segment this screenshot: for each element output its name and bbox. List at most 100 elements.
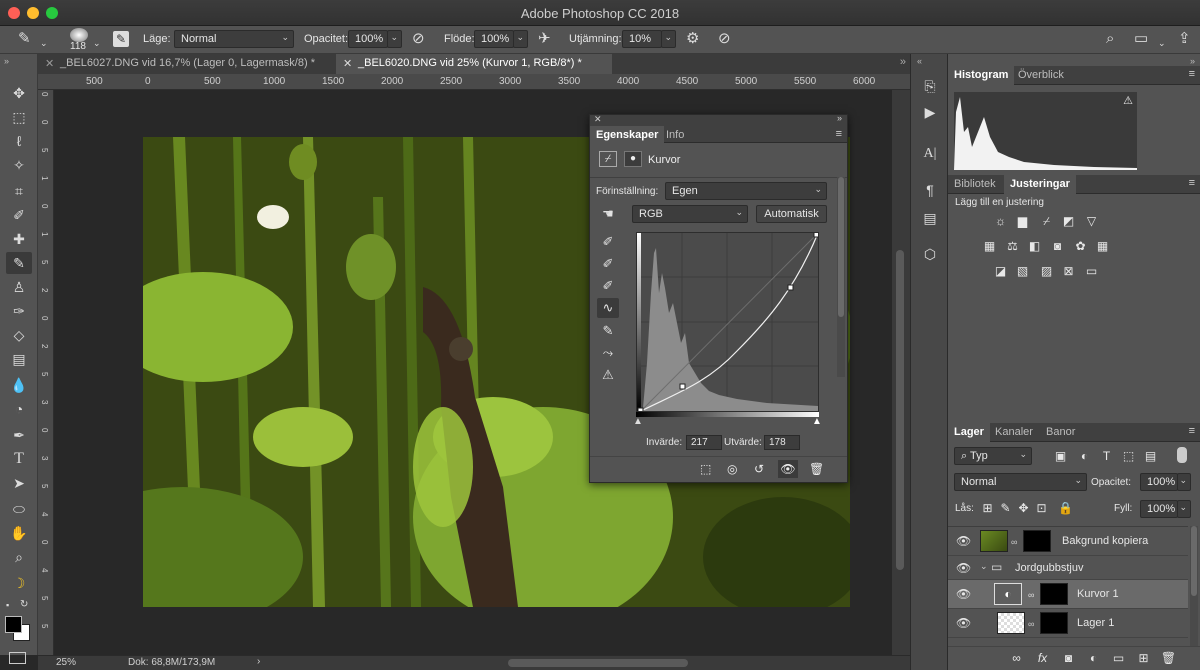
vertical-scrollbar[interactable]: [892, 90, 910, 655]
brush-picker-chevron-icon[interactable]: ⌄: [93, 35, 101, 51]
brush-preview[interactable]: [70, 28, 88, 42]
quick-mask-icon[interactable]: [9, 652, 26, 664]
hue-saturation-icon[interactable]: ▦: [981, 240, 998, 253]
chevron-down-icon[interactable]: ⌄: [40, 35, 48, 51]
default-colors-icon[interactable]: ▪: [6, 600, 9, 610]
color-balance-icon[interactable]: ⚖: [1004, 240, 1021, 253]
fill-dropdown[interactable]: ⌄: [1177, 500, 1191, 518]
scroll-thumb[interactable]: [896, 250, 904, 570]
tab-adjustments[interactable]: Justeringar: [1004, 175, 1076, 194]
actions-panel-icon[interactable]: ▶: [920, 104, 940, 121]
hand-tool-icon[interactable]: ✋: [6, 522, 32, 544]
blend-mode-select[interactable]: Normal ⌄: [954, 473, 1087, 491]
delete-layer-icon[interactable]: 🗑: [1160, 652, 1177, 665]
levels-icon[interactable]: ▆: [1014, 215, 1031, 228]
glyphs-panel-icon[interactable]: ▤: [920, 210, 940, 227]
chevron-down-icon[interactable]: ⌄: [1158, 35, 1166, 51]
collapse-icon[interactable]: »: [4, 56, 9, 66]
collapse-icon[interactable]: »: [837, 113, 842, 123]
tabs-overflow-icon[interactable]: »: [900, 56, 906, 68]
brush-tool-icon[interactable]: ✎: [18, 31, 31, 47]
close-icon[interactable]: ✕: [45, 57, 54, 70]
lasso-tool-icon[interactable]: ℓ: [6, 130, 32, 152]
workspace-icon[interactable]: ▭: [1134, 31, 1148, 47]
zoom-tool-icon[interactable]: ⌕: [6, 546, 32, 568]
fill-input[interactable]: 100%: [1140, 500, 1178, 518]
smoothing-dropdown[interactable]: ⌄: [661, 30, 676, 48]
posterize-icon[interactable]: ▧: [1014, 265, 1031, 278]
scroll-thumb[interactable]: [1191, 526, 1197, 596]
tab-properties[interactable]: Egenskaper: [590, 126, 665, 145]
fx-icon[interactable]: fx: [1034, 652, 1051, 665]
smooth-curve-icon[interactable]: ⤳: [597, 343, 619, 363]
white-slider-icon[interactable]: ▲: [812, 416, 822, 427]
black-slider-icon[interactable]: ▲: [633, 416, 643, 427]
link-icon[interactable]: ∞: [1028, 590, 1034, 600]
tab-document-1[interactable]: ✕ _BEL6027.DNG vid 16,7% (Lager 0, Lager…: [38, 54, 334, 74]
properties-scrollbar[interactable]: [837, 177, 845, 377]
tab-paths[interactable]: Banor: [1040, 423, 1081, 442]
flow-dropdown[interactable]: ⌄: [513, 30, 528, 48]
layer-opacity-dropdown[interactable]: ⌄: [1177, 473, 1191, 491]
color-lookup-icon[interactable]: ▦: [1094, 240, 1111, 253]
panel-menu-icon[interactable]: ≡: [1189, 425, 1195, 437]
eraser-tool-icon[interactable]: ◇: [6, 324, 32, 346]
path-selection-icon[interactable]: ➤: [6, 472, 32, 494]
smoothing-input[interactable]: 10%: [622, 30, 662, 48]
brush-tool-icon[interactable]: ✎: [6, 252, 32, 274]
clip-to-layer-icon[interactable]: ⬚: [700, 462, 711, 476]
expand-icon[interactable]: «: [917, 56, 922, 66]
clipping-warning-icon[interactable]: ⚠: [597, 365, 619, 385]
marquee-tool-icon[interactable]: ⬚: [6, 106, 32, 128]
channel-mixer-icon[interactable]: ✿: [1072, 240, 1089, 253]
lock-artboard-icon[interactable]: ⊡: [1033, 502, 1050, 515]
tab-info[interactable]: Info: [660, 126, 690, 145]
layer-row[interactable]: 👁 ∞ Lager 1: [948, 609, 1188, 638]
lock-paint-icon[interactable]: ✎: [997, 502, 1014, 515]
collapse-icon[interactable]: »: [1190, 56, 1195, 66]
input-value-field[interactable]: 217: [686, 435, 722, 450]
layer-row-selected[interactable]: 👁 ◐ ∞ Kurvor 1: [948, 580, 1188, 609]
close-icon[interactable]: ✕: [594, 114, 602, 125]
foreground-color-swatch[interactable]: [5, 616, 22, 633]
eye-icon[interactable]: 👁: [956, 587, 971, 601]
stamp-tool-icon[interactable]: ♙: [6, 276, 32, 298]
history-panel-icon[interactable]: ⎘: [920, 78, 940, 95]
preset-select[interactable]: Egen ⌄: [665, 182, 827, 200]
reset-icon[interactable]: ↺: [754, 462, 764, 476]
status-menu-chevron-icon[interactable]: ›: [257, 656, 260, 667]
tab-library[interactable]: Bibliotek: [948, 175, 1002, 194]
black-white-icon[interactable]: ◧: [1026, 240, 1043, 253]
link-layers-icon[interactable]: ∞: [1008, 652, 1025, 665]
3d-panel-icon[interactable]: ⬡: [920, 246, 940, 263]
layer-group-row[interactable]: 👁 ⌄ ▭ Jordgubbstjuv: [948, 556, 1188, 580]
new-group-icon[interactable]: ▭: [1110, 652, 1127, 665]
layers-scrollbar[interactable]: [1190, 526, 1198, 646]
gradient-tool-icon[interactable]: ▤: [6, 348, 32, 370]
black-point-eyedropper-icon[interactable]: ✐: [597, 232, 619, 252]
link-icon[interactable]: ∞: [1028, 619, 1034, 629]
lock-all-icon[interactable]: 🔒: [1057, 502, 1074, 515]
eye-icon[interactable]: 👁: [956, 561, 971, 575]
panel-menu-icon[interactable]: ≡: [1189, 177, 1195, 189]
channel-select[interactable]: RGB ⌄: [632, 205, 748, 223]
chevron-down-icon[interactable]: ⌄: [980, 561, 988, 572]
invert-icon[interactable]: ◪: [992, 265, 1009, 278]
history-brush-icon[interactable]: ✑: [6, 300, 32, 322]
curves-graph[interactable]: [636, 231, 820, 414]
opacity-input[interactable]: 100%: [348, 30, 388, 48]
flow-input[interactable]: 100%: [474, 30, 514, 48]
panel-menu-icon[interactable]: ≡: [836, 128, 842, 140]
mode-select[interactable]: Normal ⌄: [174, 30, 294, 48]
filter-shape-icon[interactable]: ⬚: [1120, 450, 1137, 463]
lock-transparent-icon[interactable]: ⊞: [979, 502, 996, 515]
curve-point[interactable]: [813, 231, 820, 238]
tab-overview[interactable]: Överblick: [1012, 66, 1070, 85]
exposure-icon[interactable]: ◩: [1060, 215, 1077, 228]
new-adjustment-icon[interactable]: ◐: [1085, 652, 1102, 665]
eyedropper-tool-icon[interactable]: ✐: [6, 204, 32, 226]
eye-icon[interactable]: 👁: [956, 616, 971, 630]
vibrance-icon[interactable]: ▽: [1083, 215, 1100, 228]
scroll-thumb[interactable]: [838, 177, 844, 317]
move-tool-icon[interactable]: ✥: [6, 82, 32, 104]
